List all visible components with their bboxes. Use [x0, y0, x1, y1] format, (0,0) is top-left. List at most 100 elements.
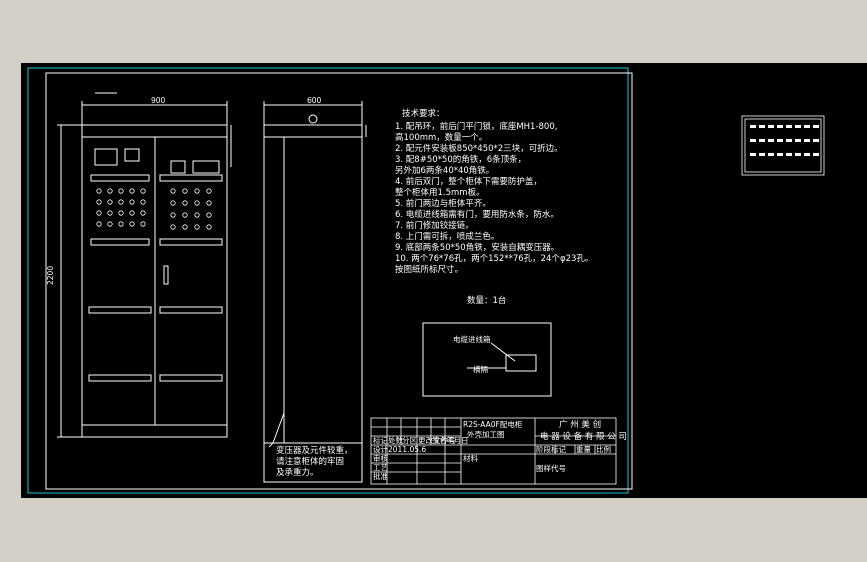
tech-item-10: 7. 前门修加铰接链。	[395, 220, 474, 231]
indicator-lamp	[129, 199, 135, 205]
indicator-lamp	[170, 224, 176, 230]
indicator-lamp	[140, 210, 146, 216]
tech-item-5: 另外加6两条40*40角铁。	[395, 165, 494, 176]
indicator-lamp	[118, 188, 124, 194]
legend-symbol	[750, 139, 756, 142]
indicator-lamp	[96, 199, 102, 205]
legend-symbol	[786, 125, 792, 128]
indicator-lamp	[194, 212, 200, 218]
tech-item-3: 2. 配元件安装板850*450*2三块，可折边。	[395, 143, 563, 154]
indicator-lamp	[182, 200, 188, 206]
tech-item-12: 9. 底部两条50*50角铁，安装自耦变压器。	[395, 242, 559, 253]
legend-symbol	[768, 153, 774, 156]
tech-item-11: 8. 上门需可拆，喷成兰色。	[395, 231, 499, 242]
indicator-lamp	[194, 224, 200, 230]
dim-height: 2200	[46, 266, 55, 285]
indicator-lamp	[206, 200, 212, 206]
inner-frame	[45, 72, 633, 490]
tech-item-14: 按图纸所标尺寸。	[395, 264, 463, 275]
cad-drawing-canvas[interactable]: 900 2200 600 变压器及元件较重， 请注意柜体的牢固 及承重力。 技术…	[21, 63, 867, 498]
role-design: 设计	[373, 444, 388, 454]
indicator-lamp	[140, 221, 146, 227]
dim-width-side: 600	[307, 96, 322, 105]
indicator-lamp	[129, 188, 135, 194]
indicator-lamp	[182, 188, 188, 194]
indicator-lamp	[140, 199, 146, 205]
indicator-lamp	[206, 212, 212, 218]
dim-width-front: 900	[151, 96, 166, 105]
tech-item-6: 4. 前后双门，整个柜体下需要防护盖，	[395, 176, 542, 187]
tech-item-13: 10. 两个76*76孔，两个152**76孔，24个φ23孔。	[395, 254, 593, 264]
indicator-lamp	[170, 200, 176, 206]
indicator-lamp	[96, 188, 102, 194]
legend-symbol	[768, 125, 774, 128]
indicator-lamp	[170, 212, 176, 218]
indicator-lamp	[182, 224, 188, 230]
hdr-cell-1: 标记	[373, 435, 388, 445]
role-craft: 工艺	[373, 463, 388, 472]
indicator-lamp	[107, 210, 113, 216]
legend-symbol	[795, 153, 801, 156]
legend-symbols	[750, 125, 819, 156]
indicator-lamps	[96, 188, 212, 230]
tech-item-2: 高100mm，数量一个。	[395, 132, 487, 143]
tech-item-8: 5. 前门两边与柜体平齐。	[395, 198, 491, 209]
legend-symbol	[786, 139, 792, 142]
indicator-lamp	[107, 188, 113, 194]
indicator-lamp	[206, 188, 212, 194]
drawing-no-label: 图样代号	[536, 463, 566, 473]
legend-symbol	[813, 153, 819, 156]
legend-symbol	[777, 153, 783, 156]
company-line-2: 电 器 设 备 有 限 公 司	[540, 431, 627, 442]
indicator-lamp	[118, 210, 124, 216]
legend-symbol	[777, 139, 783, 142]
indicator-lamp	[140, 188, 146, 194]
front-view	[57, 92, 232, 438]
indicator-lamp	[182, 212, 188, 218]
indicator-lamp	[206, 224, 212, 230]
hdr-cell-6: 年月日	[446, 435, 469, 445]
detail-label-top: 电缆进线箱	[453, 334, 491, 344]
stage-label: 阶段标记	[536, 444, 566, 454]
legend-symbol	[813, 139, 819, 142]
tech-item-1: 1. 配吊环，前后门平门锁，底座MH1-800,	[395, 121, 557, 132]
legend-symbol	[804, 153, 810, 156]
indicator-lamp	[118, 199, 124, 205]
tech-item-4: 3. 配8#50*50的角铁，6条顶条，	[395, 154, 526, 165]
role-approve: 批准	[373, 471, 388, 481]
tech-heading: 技术要求：	[402, 108, 445, 119]
side-view	[263, 101, 367, 483]
legend-symbol	[759, 139, 765, 142]
detail-box	[422, 322, 552, 397]
tech-item-9: 6. 电缆进线箱需有门，要用防水条，防水。	[395, 209, 559, 220]
tech-requirements: 技术要求： 1. 配吊环，前后门平门锁，底座MH1-800, 高100mm，数量…	[395, 108, 593, 275]
side-note-line-2: 请注意柜体的牢固	[276, 456, 344, 467]
hdr-cell-5: 签名	[432, 435, 447, 445]
legend-symbol	[804, 125, 810, 128]
role-review: 审核	[373, 453, 388, 463]
tech-item-7: 整个柜体用1.5mm板。	[395, 187, 485, 198]
title-line-2: 外壳加工图	[467, 429, 505, 439]
date-value: 2011.05.6	[388, 445, 426, 454]
legend-symbol	[759, 125, 765, 128]
indicator-lamp	[194, 188, 200, 194]
indicator-lamp	[129, 221, 135, 227]
legend-symbol	[750, 125, 756, 128]
indicator-lamp	[96, 210, 102, 216]
legend-symbol	[786, 153, 792, 156]
side-note-line-3: 及承重力。	[276, 467, 319, 478]
detail-label-inner: 横隔	[473, 364, 488, 374]
side-note-line-1: 变压器及元件较重，	[276, 445, 353, 456]
indicator-lamp	[96, 221, 102, 227]
legend-symbol	[768, 139, 774, 142]
indicator-lamp	[107, 221, 113, 227]
legend-symbol	[759, 153, 765, 156]
quantity-label: 数量：1台	[467, 295, 506, 306]
legend-symbol	[795, 125, 801, 128]
legend-block	[741, 115, 825, 176]
indicator-lamp	[129, 210, 135, 216]
indicator-lamp	[170, 188, 176, 194]
legend-symbol	[804, 139, 810, 142]
hdr-cell-3: 分区	[402, 436, 417, 445]
company-line-1: 广 州 美 创	[559, 419, 601, 430]
